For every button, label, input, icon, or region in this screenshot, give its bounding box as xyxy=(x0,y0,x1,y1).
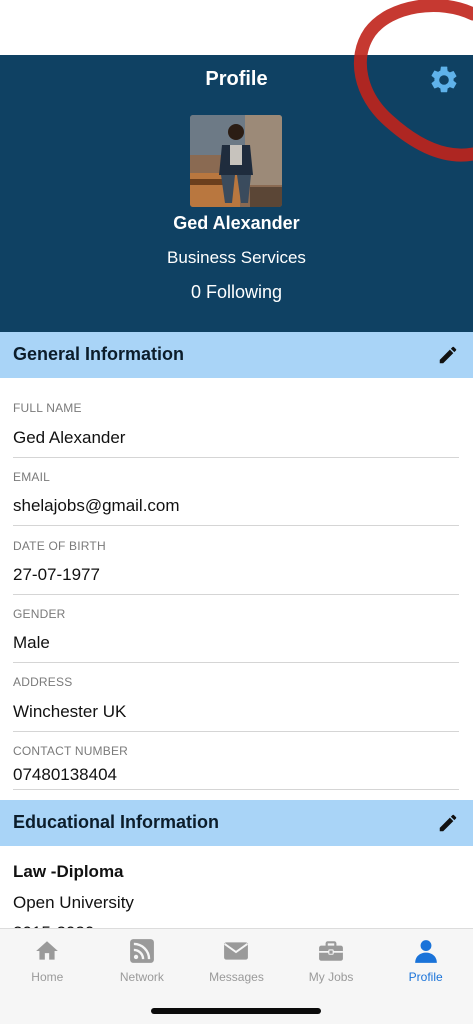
field-label: FULL NAME xyxy=(13,401,82,415)
field-label: GENDER xyxy=(13,607,66,621)
tab-messages[interactable]: Messages xyxy=(189,929,284,989)
field-value: shelajobs@gmail.com xyxy=(13,496,180,515)
tab-my-jobs[interactable]: My Jobs xyxy=(284,929,379,989)
profile-header: Profile Ged Alexander Business Services … xyxy=(0,55,473,332)
section-title: General Information xyxy=(13,344,185,364)
avatar[interactable] xyxy=(190,115,282,207)
general-info-header: General Information xyxy=(0,332,473,378)
home-icon xyxy=(36,941,59,960)
page-title: Profile xyxy=(205,68,268,90)
tab-home[interactable]: Home xyxy=(0,929,95,989)
field-value: Male xyxy=(13,633,50,652)
field-label: ADDRESS xyxy=(13,675,73,689)
briefcase-icon xyxy=(319,941,344,961)
field-address: ADDRESS Winchester UK xyxy=(13,663,459,732)
profile-role: Business Services xyxy=(167,248,306,267)
field-gender: GENDER Male xyxy=(13,595,459,663)
tab-label: Messages xyxy=(209,970,264,984)
field-email: EMAIL shelajobs@gmail.com xyxy=(13,458,459,526)
field-label: EMAIL xyxy=(13,470,51,484)
edit-general-pencil-icon[interactable] xyxy=(437,344,459,366)
status-bar xyxy=(0,0,473,55)
field-value: Winchester UK xyxy=(13,702,127,721)
field-value: 27-07-1977 xyxy=(13,565,100,584)
rss-icon xyxy=(129,939,154,963)
envelope-icon xyxy=(224,942,249,960)
following-count[interactable]: 0 Following xyxy=(0,282,473,303)
field-date-of-birth: DATE OF BIRTH 27-07-1977 xyxy=(13,526,459,595)
field-full-name: FULL NAME Ged Alexander xyxy=(13,390,459,458)
tab-network[interactable]: Network xyxy=(95,929,190,989)
section-title: Educational Information xyxy=(13,812,220,832)
profile-name: Ged Alexander xyxy=(173,213,300,233)
education-info-header: Educational Information xyxy=(0,800,473,846)
field-label: CONTACT NUMBER xyxy=(13,744,129,758)
gear-icon[interactable] xyxy=(428,64,460,96)
home-indicator xyxy=(151,1008,321,1014)
person-icon xyxy=(414,940,437,963)
edit-education-pencil-icon[interactable] xyxy=(437,812,459,834)
field-value: 07480138404 xyxy=(13,765,118,784)
field-contact-number: CONTACT NUMBER 07480138404 xyxy=(13,732,459,790)
tab-profile[interactable]: Profile xyxy=(378,929,473,989)
tab-label: My Jobs xyxy=(308,970,354,984)
education-qualification: Law -Diploma xyxy=(13,862,124,881)
education-school: Open University xyxy=(13,893,134,912)
tab-label: Network xyxy=(119,970,164,984)
tab-label: Profile xyxy=(408,970,443,984)
field-label: DATE OF BIRTH xyxy=(13,539,106,553)
tab-label: Home xyxy=(31,970,64,984)
avatar-photo xyxy=(190,115,282,207)
field-value: Ged Alexander xyxy=(13,428,126,447)
